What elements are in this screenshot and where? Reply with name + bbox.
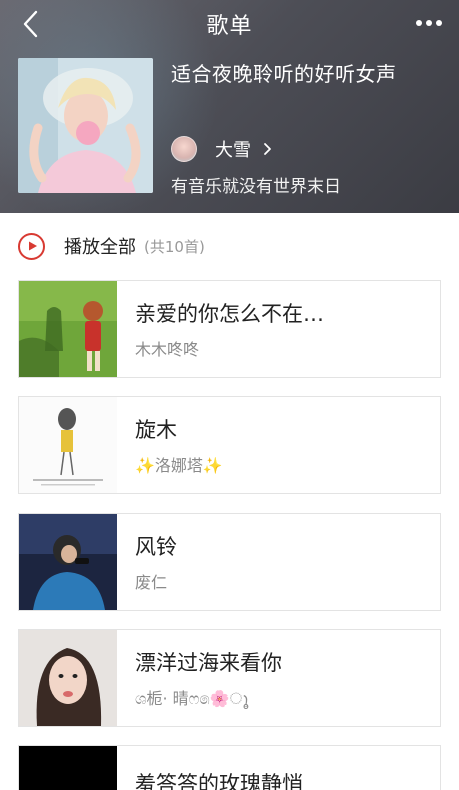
more-dots-icon (416, 20, 422, 26)
cover-image (18, 58, 153, 193)
page-title: 歌单 (206, 14, 253, 39)
song-title: 旋木 (135, 418, 177, 442)
song-count: (共10首) (144, 237, 205, 256)
song-artist: 废仁 (135, 573, 168, 592)
song-cover (19, 746, 117, 790)
more-button[interactable] (409, 8, 449, 38)
song-artist: ශ栀· 晴ෆ෧🌸ൂ (135, 689, 249, 708)
song-title: 风铃 (135, 535, 177, 559)
song-title: 羞答答的玫瑰静悄 (135, 772, 303, 790)
play-all-button[interactable]: 播放全部 (64, 233, 136, 259)
play-all-row[interactable]: 播放全部 (共10首) (0, 213, 459, 279)
playlist-cover[interactable] (18, 58, 153, 193)
song-title: 亲爱的你怎么不在… (135, 302, 324, 326)
play-icon[interactable] (18, 232, 45, 260)
song-title: 漂洋过海来看你 (135, 651, 282, 675)
playlist-title: 适合夜晚聆听的好听女声 (171, 62, 397, 86)
song-cover (19, 514, 117, 610)
song-cover (19, 630, 117, 726)
song-cover (19, 397, 117, 493)
song-item[interactable]: 亲爱的你怎么不在… 木木咚咚 (18, 280, 441, 378)
song-artist: 木木咚咚 (135, 340, 200, 359)
creator-link[interactable]: 大雪 (171, 136, 272, 162)
playlist-description: 有音乐就没有世界末日 (171, 177, 341, 197)
song-item[interactable]: 羞答答的玫瑰静悄 (18, 745, 441, 790)
song-item[interactable]: 漂洋过海来看你 ශ栀· 晴ෆ෧🌸ൂ (18, 629, 441, 727)
avatar (171, 136, 197, 162)
song-cover (19, 281, 117, 377)
creator-name: 大雪 (215, 140, 251, 161)
song-item[interactable]: 风铃 废仁 (18, 513, 441, 611)
song-artist: ✨洛娜塔✨ (135, 456, 223, 475)
chevron-right-icon (263, 142, 272, 156)
song-item[interactable]: 旋木 ✨洛娜塔✨ (18, 396, 441, 494)
playlist-header: 歌单 适合夜晚聆听的好听女声 大雪 有音乐就没有世界末日 (0, 0, 459, 213)
